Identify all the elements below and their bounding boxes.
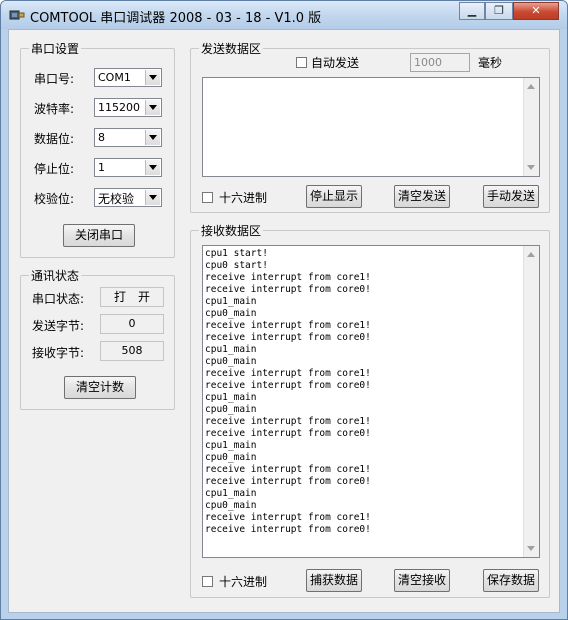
chevron-down-icon[interactable] [145, 160, 160, 175]
sent-bytes-value: 0 [100, 314, 164, 334]
receive-line: receive interrupt from core1! [205, 416, 371, 427]
parity-select[interactable]: 无校验 [94, 188, 162, 207]
port-status-label: 串口状态: [32, 292, 85, 306]
receive-line: cpu0_main [205, 356, 257, 367]
chevron-down-icon[interactable] [145, 100, 160, 115]
chevron-down-icon[interactable] [145, 70, 160, 85]
send-hex-label: 十六进制 [219, 191, 268, 205]
port-status-value: 打 开 [100, 287, 164, 307]
minimize-button[interactable]: ▁ [459, 2, 485, 20]
port-select[interactable]: COM1 [94, 68, 162, 87]
receive-line: cpu0_main [205, 404, 257, 415]
receive-text: cpu1 start! cpu0 start! receive interrupt … [205, 248, 371, 536]
send-interval-input[interactable]: 1000 [410, 53, 470, 72]
receive-line: receive interrupt from core1! [205, 512, 371, 523]
close-button[interactable]: ✕ [513, 2, 559, 20]
baud-value: 115200 [98, 101, 140, 114]
receive-line: cpu1_main [205, 344, 257, 355]
receive-line: receive interrupt from core0! [205, 284, 371, 295]
client-area: 串口设置 串口号: COM1 波特率: 115200 数据位: 8 停止位: 1 [8, 29, 560, 613]
recv-bytes-value: 508 [100, 341, 164, 361]
receive-area-title: 接收数据区 [199, 222, 264, 239]
stop-display-button[interactable]: 停止显示 [306, 185, 362, 208]
auto-send-checkbox[interactable] [296, 57, 307, 68]
receive-line: receive interrupt from core0! [205, 524, 371, 535]
clear-receive-button[interactable]: 清空接收 [394, 569, 450, 592]
receive-line: cpu0_main [205, 452, 257, 463]
databits-value: 8 [98, 131, 105, 144]
port-label: 串口号: [34, 72, 75, 86]
port-value: COM1 [98, 71, 131, 84]
app-window: COMTOOL 串口调试器 2008 - 03 - 18 - V1.0 版 ▁ … [0, 0, 568, 620]
receive-scrollbar[interactable] [523, 246, 539, 557]
receive-line: receive interrupt from core1! [205, 464, 371, 475]
receive-area-group: 接收数据区 cpu1 start! cpu0 start! receive inte… [190, 222, 550, 598]
stopbits-select[interactable]: 1 [94, 158, 162, 177]
minimize-icon: ▁ [467, 4, 477, 17]
send-area-title: 发送数据区 [199, 40, 264, 57]
serial-settings-title: 串口设置 [29, 40, 82, 57]
send-area-group: 发送数据区 自动发送 1000 毫秒 十六进制 停止显示 清空发送 手动发送 [190, 40, 550, 213]
stopbits-value: 1 [98, 161, 105, 174]
scroll-down-icon[interactable] [527, 165, 535, 170]
receive-textarea[interactable]: cpu1 start! cpu0 start! receive interrupt … [202, 245, 540, 558]
save-data-button[interactable]: 保存数据 [483, 569, 539, 592]
recv-hex-checkbox[interactable] [202, 576, 213, 587]
receive-line: cpu1 start! [205, 248, 268, 259]
serial-tool-app-icon [9, 10, 25, 20]
receive-line: receive interrupt from core0! [205, 476, 371, 487]
receive-line: cpu1_main [205, 296, 257, 307]
scroll-up-icon[interactable] [527, 252, 535, 257]
stopbits-label: 停止位: [34, 162, 75, 176]
receive-line: receive interrupt from core1! [205, 272, 371, 283]
databits-select[interactable]: 8 [94, 128, 162, 147]
receive-line: cpu0 start! [205, 260, 268, 271]
title-bar[interactable]: COMTOOL 串口调试器 2008 - 03 - 18 - V1.0 版 ▁ … [1, 1, 567, 29]
send-hex-checkbox[interactable] [202, 192, 213, 203]
parity-value: 无校验 [98, 192, 135, 206]
close-port-button[interactable]: 关闭串口 [63, 224, 135, 247]
recv-hex-label: 十六进制 [219, 575, 268, 589]
comm-status-title: 通讯状态 [29, 267, 82, 284]
receive-line: receive interrupt from core1! [205, 320, 371, 331]
receive-line: cpu1_main [205, 488, 257, 499]
chevron-down-icon[interactable] [145, 130, 160, 145]
close-icon: ✕ [531, 4, 541, 17]
baud-select[interactable]: 115200 [94, 98, 162, 117]
capture-data-button[interactable]: 捕获数据 [306, 569, 362, 592]
auto-send-label: 自动发送 [311, 56, 360, 70]
receive-line: receive interrupt from core0! [205, 380, 371, 391]
window-title: COMTOOL 串口调试器 2008 - 03 - 18 - V1.0 版 [30, 11, 322, 26]
receive-line: cpu0_main [205, 308, 257, 319]
scroll-down-icon[interactable] [527, 546, 535, 551]
receive-line: cpu1_main [205, 440, 257, 451]
comm-status-group: 通讯状态 串口状态: 打 开 发送字节: 0 接收字节: 508 清空计数 [20, 267, 175, 410]
recv-bytes-label: 接收字节: [32, 346, 85, 360]
receive-line: receive interrupt from core0! [205, 332, 371, 343]
manual-send-button[interactable]: 手动发送 [483, 185, 539, 208]
sent-bytes-label: 发送字节: [32, 319, 85, 333]
restore-icon: ❐ [494, 4, 504, 17]
chevron-down-icon[interactable] [145, 190, 160, 205]
receive-line: receive interrupt from core0! [205, 428, 371, 439]
clear-count-button[interactable]: 清空计数 [64, 376, 136, 399]
parity-label: 校验位: [34, 192, 75, 206]
receive-line: receive interrupt from core1! [205, 368, 371, 379]
receive-line: cpu1_main [205, 392, 257, 403]
clear-send-button[interactable]: 清空发送 [394, 185, 450, 208]
restore-button[interactable]: ❐ [485, 2, 513, 20]
scroll-up-icon[interactable] [527, 84, 535, 89]
send-textarea[interactable] [202, 77, 540, 177]
databits-label: 数据位: [34, 132, 75, 146]
interval-unit-label: 毫秒 [478, 56, 503, 70]
send-scrollbar[interactable] [523, 78, 539, 176]
serial-settings-group: 串口设置 串口号: COM1 波特率: 115200 数据位: 8 停止位: 1 [20, 40, 175, 258]
receive-line: cpu0_main [205, 500, 257, 511]
baud-label: 波特率: [34, 102, 75, 116]
